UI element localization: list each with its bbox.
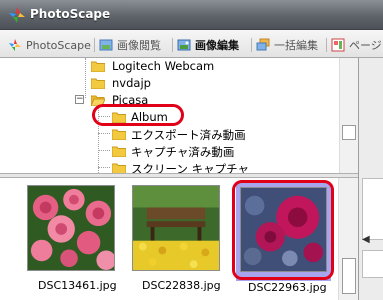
thumbnail-scrollbar-thumb[interactable]	[342, 258, 356, 294]
tree-item-label: エクスポート済み動画	[131, 128, 246, 142]
image-viewer-icon	[99, 39, 113, 51]
tab-page[interactable]: ページ	[331, 35, 382, 55]
window-title: PhotoScape	[30, 7, 111, 21]
pink-roses-photo	[28, 186, 114, 270]
tree-item-label: nvdajp	[112, 76, 151, 90]
thumbnail-scrollbar[interactable]	[338, 178, 358, 300]
tab-photoscape[interactable]: PhotoScape	[8, 35, 91, 55]
tree-item-label: キャプチャ済み動画	[131, 145, 235, 159]
image-editor-icon	[177, 39, 191, 51]
tree-scrollbar-thumb[interactable]	[342, 125, 356, 140]
thumbnail-filename: DSC22838.jpg	[142, 279, 221, 292]
tab-batch[interactable]: 一括編集	[256, 35, 318, 55]
tree-item-label: スクリーン キャプチャ	[131, 162, 249, 173]
tab-bar: PhotoScape 画像閲覧 画像編集 一括編集 ページ	[0, 30, 383, 58]
photoscape-logo-icon	[9, 7, 25, 23]
folder-icon	[91, 61, 105, 72]
tree-item-screen-capture[interactable]: スクリーン キャプチャ	[0, 160, 340, 173]
thumbnail-filename: DSC22963.jpg	[248, 281, 327, 294]
side-panel-box	[362, 178, 383, 240]
tree-item-logitech-webcam[interactable]: Logitech Webcam	[0, 58, 340, 75]
tab-label: 画像閲覧	[117, 39, 161, 52]
batch-editor-icon	[256, 38, 270, 51]
photoscape-icon	[9, 39, 21, 51]
thumbnail-dsc22838[interactable]	[132, 185, 220, 271]
tree-item-captured-videos[interactable]: キャプチャ済み動画	[0, 143, 340, 160]
album-highlight-ring	[92, 104, 184, 126]
tree-item-label: Logitech Webcam	[112, 59, 215, 73]
garden-bench-photo	[133, 186, 219, 270]
tree-item-nvdajp[interactable]: nvdajp	[0, 75, 340, 92]
title-bar[interactable]: PhotoScape	[0, 0, 383, 30]
tab-label: ページ	[349, 39, 382, 52]
folder-icon	[91, 78, 105, 89]
tab-editor[interactable]: 画像編集	[177, 35, 239, 55]
page-layout-icon	[331, 38, 345, 52]
thumbnail-dsc13461[interactable]	[27, 185, 115, 271]
selected-thumbnail-ring	[232, 180, 334, 280]
folder-icon	[112, 163, 126, 173]
collapse-toggle-icon[interactable]: −	[75, 95, 84, 104]
tree-scrollbar[interactable]	[339, 58, 358, 173]
tab-label: PhotoScape	[26, 38, 91, 52]
photoscape-window: PhotoScape PhotoScape 画像閲覧 画像編集 一括編集 ページ…	[0, 0, 383, 300]
folder-icon	[112, 146, 126, 157]
thumbnail-filename: DSC13461.jpg	[38, 279, 117, 292]
tab-label: 画像編集	[195, 39, 239, 52]
tab-viewer[interactable]: 画像閲覧	[99, 35, 161, 55]
side-panel-box	[362, 250, 383, 278]
tree-item-exported-videos[interactable]: エクスポート済み動画	[0, 126, 340, 143]
triangle-left-icon[interactable]: ◀	[362, 234, 370, 245]
tab-label: 一括編集	[274, 39, 318, 52]
folder-icon	[112, 129, 126, 140]
